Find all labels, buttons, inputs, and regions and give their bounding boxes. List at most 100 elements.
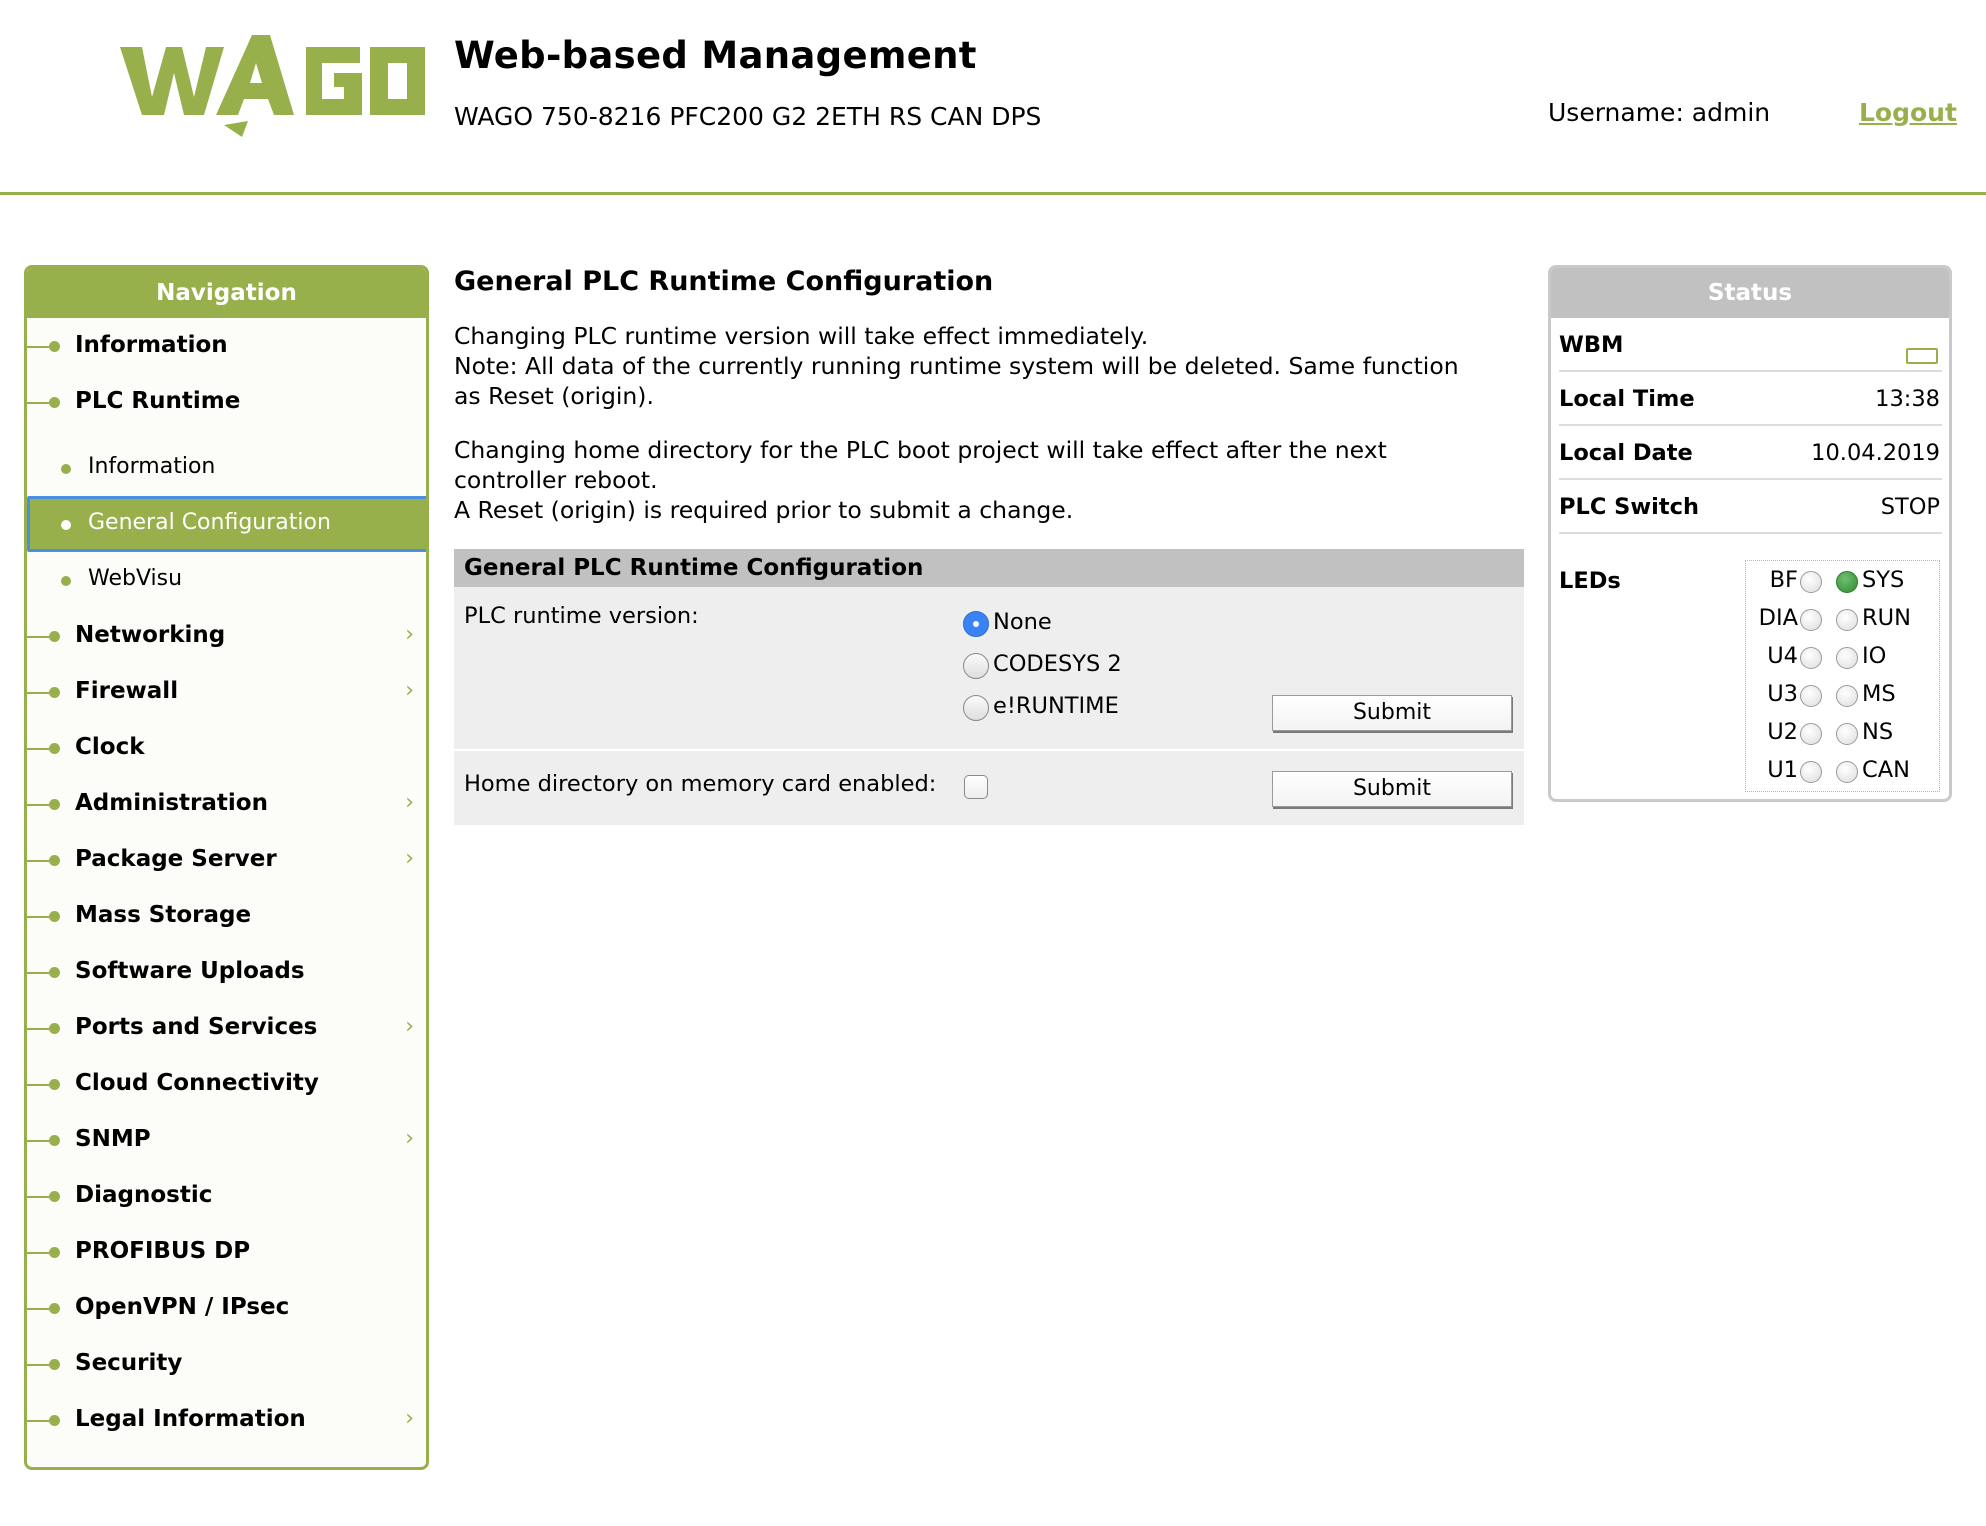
led-label-can: CAN <box>1862 757 1910 783</box>
wago-logo <box>120 25 425 137</box>
nav-item-label: Administration <box>75 790 268 816</box>
led-ms-icon <box>1836 685 1858 707</box>
status-key: PLC Switch <box>1559 494 1699 520</box>
nav-item-label: Information <box>75 332 228 358</box>
chevron-right-icon: › <box>405 678 414 703</box>
radio-eruntime-label[interactable]: e!RUNTIME <box>993 693 1119 719</box>
nav-item-clock[interactable]: Clock <box>27 720 426 776</box>
app-title: Web-based Management <box>454 34 977 77</box>
nav-sub-bullet-icon <box>61 464 71 474</box>
nav-item-label: Cloud Connectivity <box>75 1070 319 1096</box>
nav-bullet-icon <box>49 967 60 978</box>
nav-item-legal-information[interactable]: Legal Information › <box>27 1392 426 1448</box>
nav-item-label: Clock <box>75 734 145 760</box>
nav-item-cloud-connectivity[interactable]: Cloud Connectivity <box>27 1056 426 1112</box>
navigation-title: Navigation <box>27 268 426 318</box>
nav-connector-line <box>27 804 51 806</box>
led-u2-icon <box>1800 723 1822 745</box>
intro-runtime-paragraph: Changing PLC runtime version will take e… <box>454 321 1524 411</box>
nav-item-firewall[interactable]: Firewall › <box>27 664 426 720</box>
nav-bullet-icon <box>49 911 60 922</box>
nav-bullet-icon <box>49 1135 60 1146</box>
nav-bullet-icon <box>49 799 60 810</box>
status-row-local-time: Local Time 13:38 <box>1559 372 1942 426</box>
nav-connector-line <box>27 1420 51 1422</box>
radio-none[interactable] <box>963 611 989 637</box>
nav-bullet-icon <box>49 687 60 698</box>
status-panel: Status WBM Local Time 13:38 Local Date 1… <box>1548 265 1952 802</box>
nav-item-software-uploads[interactable]: Software Uploads <box>27 944 426 1000</box>
led-label-u2: U2 <box>1767 719 1798 745</box>
status-key: Local Time <box>1559 386 1695 412</box>
status-value: 13:38 <box>1875 386 1940 412</box>
nav-sub-bullet-icon <box>61 576 71 586</box>
nav-item-administration[interactable]: Administration › <box>27 776 426 832</box>
radio-eruntime[interactable] <box>963 695 989 721</box>
nav-connector-line <box>27 860 51 862</box>
led-label-u3: U3 <box>1767 681 1798 707</box>
runtime-version-label: PLC runtime version: <box>464 603 699 629</box>
nav-subitem-general-configuration[interactable]: General Configuration <box>27 496 426 552</box>
nav-bullet-icon <box>49 1023 60 1034</box>
nav-connector-line <box>27 346 51 348</box>
home-submit-button[interactable]: Submit <box>1272 771 1512 807</box>
led-can-icon <box>1836 761 1858 783</box>
status-value: 10.04.2019 <box>1811 440 1940 466</box>
led-u3-icon <box>1800 685 1822 707</box>
nav-item-networking[interactable]: Networking › <box>27 608 426 664</box>
status-key: WBM <box>1559 332 1624 358</box>
nav-item-information[interactable]: Information <box>27 318 426 374</box>
nav-connector-line <box>27 402 51 404</box>
nav-connector-line <box>27 1140 51 1142</box>
nav-item-label: SNMP <box>75 1126 151 1152</box>
nav-bullet-icon <box>49 743 60 754</box>
nav-item-mass-storage[interactable]: Mass Storage <box>27 888 426 944</box>
nav-connector-line <box>27 1364 51 1366</box>
nav-item-label: Firewall <box>75 678 179 704</box>
home-directory-checkbox[interactable] <box>964 775 988 799</box>
nav-item-label: Ports and Services <box>75 1014 318 1040</box>
nav-bullet-icon <box>49 341 60 352</box>
intro-line: as Reset (origin). <box>454 382 654 410</box>
nav-bullet-icon <box>49 631 60 642</box>
nav-connector-line <box>27 972 51 974</box>
nav-connector-line <box>27 748 51 750</box>
radio-none-label[interactable]: None <box>993 609 1052 635</box>
radio-codesys2-label[interactable]: CODESYS 2 <box>993 651 1122 677</box>
nav-item-plc-runtime[interactable]: PLC Runtime <box>27 374 426 430</box>
nav-subitem-information[interactable]: Information <box>27 440 426 496</box>
radio-codesys2[interactable] <box>963 653 989 679</box>
runtime-config-panel: General PLC Runtime Configuration PLC ru… <box>454 549 1524 825</box>
chevron-right-icon: › <box>405 1014 414 1039</box>
nav-item-openvpn-ipsec[interactable]: OpenVPN / IPsec <box>27 1280 426 1336</box>
status-key: Local Date <box>1559 440 1693 466</box>
nav-item-diagnostic[interactable]: Diagnostic <box>27 1168 426 1224</box>
led-label-u4: U4 <box>1767 643 1798 669</box>
status-title: Status <box>1551 268 1949 318</box>
nav-item-ports-and-services[interactable]: Ports and Services › <box>27 1000 426 1056</box>
nav-bullet-icon <box>49 1247 60 1258</box>
leds-label: LEDs <box>1559 568 1621 594</box>
chevron-right-icon: › <box>405 1406 414 1431</box>
led-sys-icon <box>1836 571 1858 593</box>
username-label: Username: admin <box>1548 98 1771 127</box>
nav-item-security[interactable]: Security <box>27 1336 426 1392</box>
led-dia-icon <box>1800 609 1822 631</box>
runtime-version-row: PLC runtime version: None CODESYS 2 e!RU… <box>454 587 1524 751</box>
nav-bullet-icon <box>49 1359 60 1370</box>
led-ns-icon <box>1836 723 1858 745</box>
nav-item-snmp[interactable]: SNMP › <box>27 1112 426 1168</box>
runtime-submit-button[interactable]: Submit <box>1272 695 1512 731</box>
led-run-icon <box>1836 609 1858 631</box>
nav-connector-line <box>27 1028 51 1030</box>
nav-subitem-webvisu[interactable]: WebVisu <box>27 552 426 608</box>
nav-item-package-server[interactable]: Package Server › <box>27 832 426 888</box>
nav-item-label: Security <box>75 1350 183 1376</box>
logout-link[interactable]: Logout <box>1859 98 1957 127</box>
led-label-ms: MS <box>1862 681 1896 707</box>
nav-item-label: OpenVPN / IPsec <box>75 1294 290 1320</box>
nav-item-profibus-dp[interactable]: PROFIBUS DP <box>27 1224 426 1280</box>
status-row-wbm: WBM <box>1559 318 1942 372</box>
navigation-panel: Navigation Information PLC Runtime Informa… <box>24 265 429 1470</box>
led-label-ns: NS <box>1862 719 1894 745</box>
